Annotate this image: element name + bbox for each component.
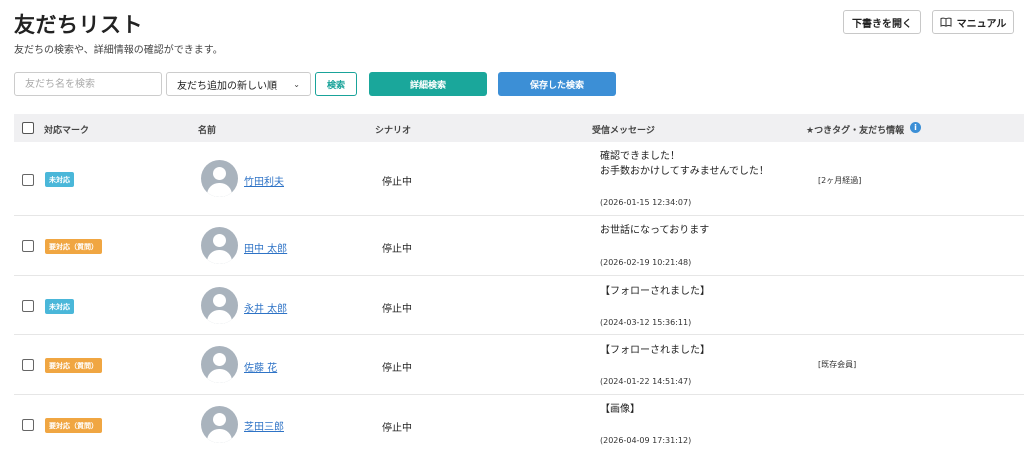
manual-button[interactable]: マニュアル <box>932 10 1014 34</box>
status-badge: 要対応（質問） <box>45 239 102 254</box>
friend-name-link[interactable]: 竹田利夫 <box>244 173 284 188</box>
message-line-1: 【画像】 <box>600 404 640 415</box>
table-row[interactable]: 未対応 竹田利夫 停止中 確認できました！ お手数おかけしてすみませんでした！ … <box>14 142 1024 216</box>
table-row[interactable]: 要対応（質問） 田中 太郎 停止中 お世話になっております (2026-02-1… <box>14 216 1024 276</box>
row-checkbox[interactable] <box>22 240 34 252</box>
page-subtitle: 友だちの検索や、詳細情報の確認ができます。 <box>14 45 223 56</box>
message-timestamp: (2024-01-22 14:51:47) <box>600 377 692 386</box>
message-timestamp: (2026-02-19 10:21:48) <box>600 258 692 267</box>
column-header-status: 対応マーク <box>44 126 90 136</box>
friend-name-link[interactable]: 芝田三郎 <box>244 418 284 433</box>
message-line-2: お手数おかけしてすみませんでした！ <box>600 166 769 177</box>
message-line-1: 【フォローされました】 <box>600 286 710 297</box>
column-header-name: 名前 <box>198 126 217 136</box>
row-checkbox[interactable] <box>22 174 34 186</box>
status-badge: 要対応（質問） <box>45 418 102 433</box>
row-checkbox[interactable] <box>22 359 34 371</box>
avatar <box>201 346 238 383</box>
table-row[interactable]: 要対応（質問） 佐藤 花 停止中 【フォローされました】 (2024-01-22… <box>14 335 1024 395</box>
status-badge: 要対応（質問） <box>45 358 102 373</box>
select-all-checkbox[interactable] <box>22 122 34 134</box>
row-checkbox[interactable] <box>22 300 34 312</box>
friend-name-link[interactable]: 田中 太郎 <box>244 240 287 255</box>
search-button[interactable]: 検索 <box>315 72 357 96</box>
scenario-status: 停止中 <box>382 423 412 434</box>
status-badge: 未対応 <box>45 172 74 187</box>
saved-search-button[interactable]: 保存した検索 <box>498 72 616 96</box>
sort-select-value: 友だち追加の新しい順 <box>177 80 277 92</box>
message-line-1: お世話になっております <box>600 225 710 236</box>
scenario-status: 停止中 <box>382 177 412 188</box>
friend-name-link[interactable]: 佐藤 花 <box>244 359 277 374</box>
friend-name-link[interactable]: 永井 太郎 <box>244 300 287 315</box>
avatar <box>201 287 238 324</box>
chevron-down-icon: ⌄ <box>293 79 300 89</box>
scenario-status: 停止中 <box>382 244 412 255</box>
message-line-1: 確認できました！ <box>600 151 680 162</box>
avatar <box>201 160 238 197</box>
manual-label: マニュアル <box>956 18 1007 30</box>
message-timestamp: (2026-01-15 12:34:07) <box>600 198 692 207</box>
table-header: 対応マーク 名前 シナリオ 受信メッセージ ★つきタグ・友だち情報 i <box>14 114 1024 142</box>
book-icon <box>940 17 952 27</box>
open-draft-label: 下書きを開く <box>852 18 912 30</box>
message-timestamp: (2026-04-09 17:31:12) <box>600 436 692 445</box>
row-checkbox[interactable] <box>22 419 34 431</box>
column-header-tags: ★つきタグ・友だち情報 <box>806 126 905 136</box>
detail-search-button[interactable]: 詳細検索 <box>369 72 487 96</box>
table-row[interactable]: 要対応（質問） 芝田三郎 停止中 【画像】 (2026-04-09 17:31:… <box>14 395 1024 451</box>
avatar <box>201 227 238 264</box>
info-icon[interactable]: i <box>910 122 921 133</box>
column-header-message: 受信メッセージ <box>592 126 655 136</box>
status-badge: 未対応 <box>45 299 74 314</box>
column-header-scenario: シナリオ <box>375 126 412 136</box>
sort-select[interactable]: 友だち追加の新しい順 ⌄ <box>166 72 311 96</box>
scenario-status: 停止中 <box>382 363 412 374</box>
message-line-1: 【フォローされました】 <box>600 345 710 356</box>
scenario-status: 停止中 <box>382 304 412 315</box>
friend-search-input[interactable] <box>14 72 162 96</box>
message-timestamp: (2024-03-12 15:36:11) <box>600 318 692 327</box>
avatar <box>201 406 238 443</box>
page-title: 友だちリスト <box>14 13 143 37</box>
open-draft-button[interactable]: 下書きを開く <box>843 10 921 34</box>
friend-tag: [既存会員] <box>818 360 857 369</box>
table-row[interactable]: 未対応 永井 太郎 停止中 【フォローされました】 (2024-03-12 15… <box>14 276 1024 335</box>
friend-tag: [2ヶ月経過] <box>818 176 862 185</box>
